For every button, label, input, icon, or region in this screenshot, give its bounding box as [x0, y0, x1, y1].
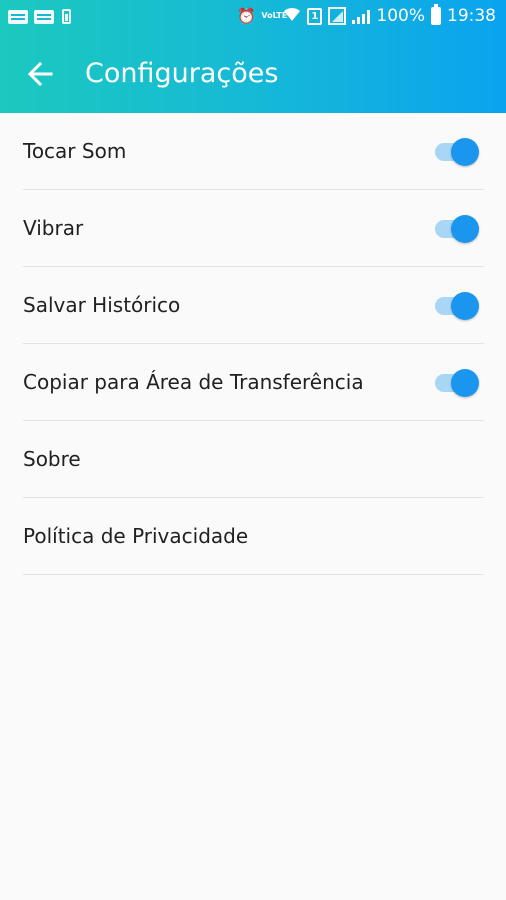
battery-icon	[431, 4, 441, 25]
sim-icon: 1	[307, 7, 323, 25]
setting-label: Salvar Histórico	[23, 293, 181, 317]
status-bar: ⏰ VoLTE 1 100% 19:38	[0, 0, 506, 36]
copiar-transferencia-toggle[interactable]	[433, 369, 479, 397]
setting-sobre[interactable]: Sobre	[23, 421, 484, 498]
toggle-thumb	[451, 138, 479, 166]
setting-label: Vibrar	[23, 216, 84, 240]
app-bar: Configurações	[0, 36, 506, 113]
tocar-som-toggle[interactable]	[433, 138, 479, 166]
status-icons: ⏰ VoLTE 1 100% 19:38	[237, 4, 496, 26]
salvar-historico-toggle[interactable]	[433, 292, 479, 320]
notification-icons	[8, 9, 71, 24]
settings-list: Tocar Som Vibrar Salvar Histórico Copiar…	[0, 113, 506, 575]
toggle-thumb	[451, 292, 479, 320]
back-button[interactable]	[22, 56, 58, 92]
setting-vibrar[interactable]: Vibrar	[23, 190, 484, 267]
setting-label: Política de Privacidade	[23, 524, 249, 548]
setting-label: Copiar para Área de Transferência	[23, 370, 364, 394]
setting-label: Tocar Som	[23, 139, 127, 163]
clock: 19:38	[447, 6, 496, 26]
setting-tocar-som[interactable]: Tocar Som	[23, 113, 484, 190]
signal-box-icon	[328, 7, 347, 25]
wifi-icon	[283, 6, 301, 26]
setting-politica-privacidade[interactable]: Política de Privacidade	[23, 498, 484, 575]
alarm-icon: ⏰	[237, 7, 257, 25]
toggle-thumb	[451, 215, 479, 243]
vibrar-toggle[interactable]	[433, 215, 479, 243]
toggle-thumb	[451, 369, 479, 397]
setting-salvar-historico[interactable]: Salvar Histórico	[23, 267, 484, 344]
battery-notification-icon	[62, 9, 71, 24]
battery-percent: 100%	[376, 6, 425, 26]
message-notification-icon	[34, 9, 54, 24]
volte-icon: VoLTE	[261, 11, 288, 20]
header: ⏰ VoLTE 1 100% 19:38 Configurações	[0, 0, 506, 113]
page-title: Configurações	[85, 58, 279, 89]
setting-copiar-transferencia[interactable]: Copiar para Área de Transferência	[23, 344, 484, 421]
signal-strength-icon	[352, 8, 371, 24]
setting-label: Sobre	[23, 447, 81, 471]
message-notification-icon	[8, 9, 28, 24]
arrow-left-icon	[27, 61, 53, 87]
